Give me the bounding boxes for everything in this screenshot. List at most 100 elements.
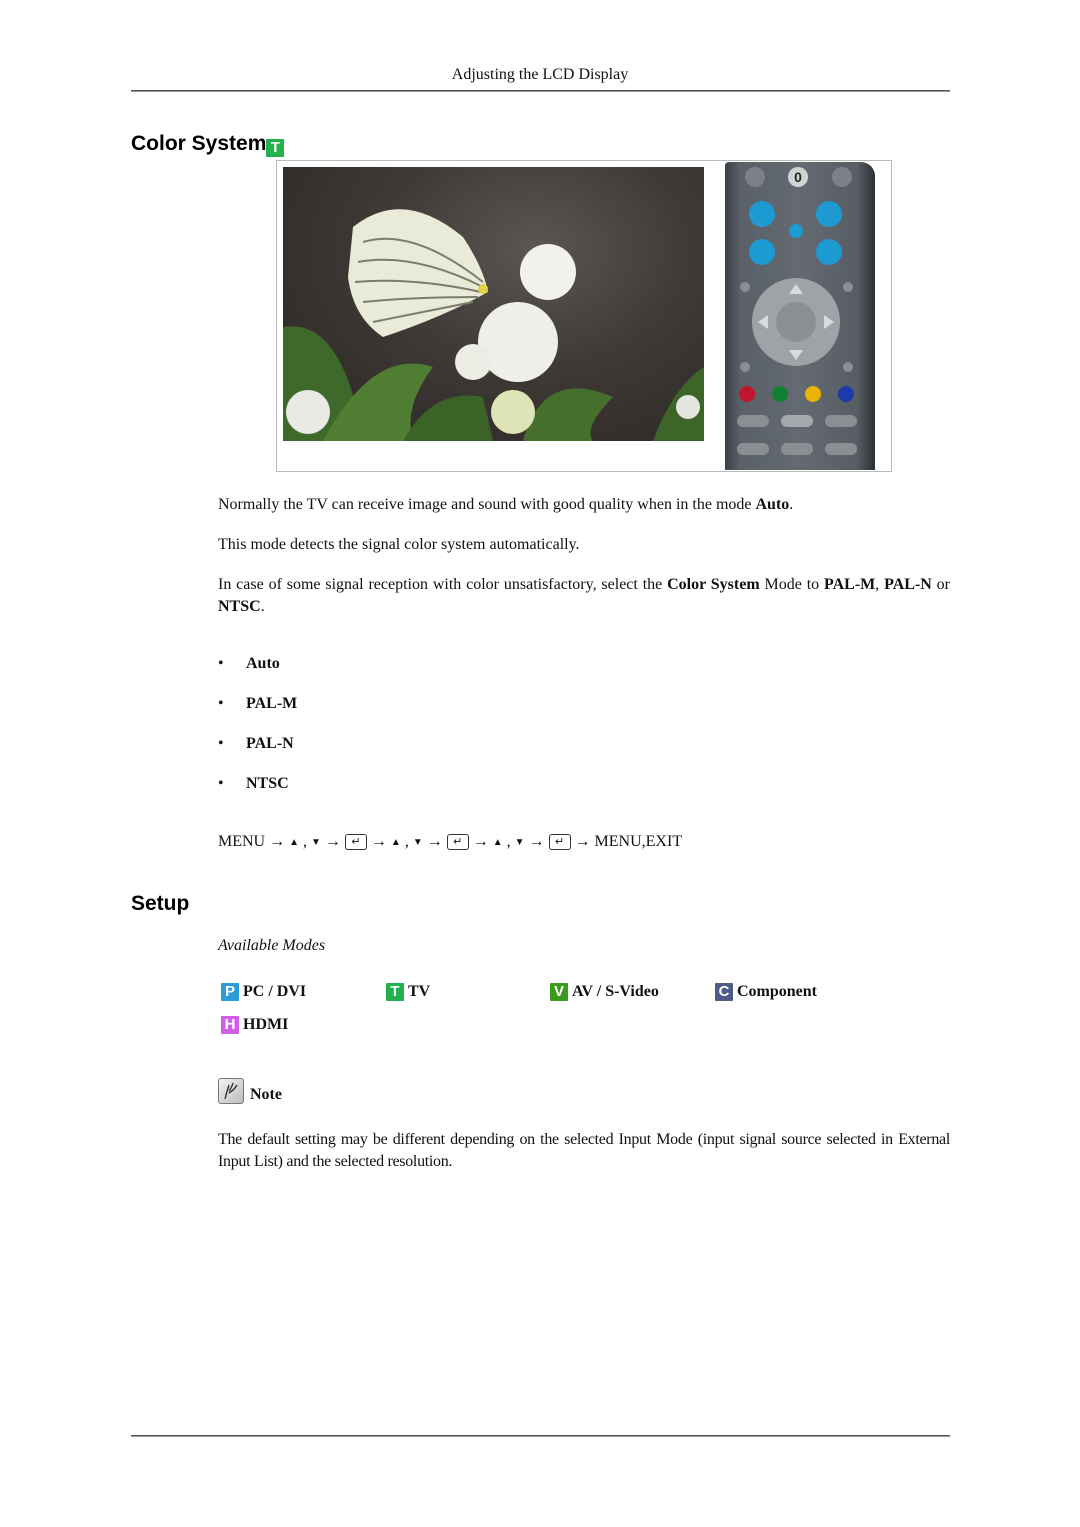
seq-menu-exit: MENU,EXIT (594, 833, 683, 850)
mode-hdmi: H HDMI (221, 1016, 288, 1034)
arrow-right-icon: → (370, 833, 387, 850)
up-arrow-icon: ▲ (492, 836, 503, 848)
p3-bold-palm: PAL-M (824, 576, 876, 593)
remote-yellow-button (805, 386, 821, 402)
bullet-icon: • (218, 695, 224, 712)
menu-navigation-sequence: MENU → ▲, ▼ → ↵ → ▲, ▼ → ↵ → ▲, ▼ → ↵ → … (218, 833, 682, 851)
arrow-right-icon: → (574, 833, 591, 850)
p1-text: Normally the TV can receive image and so… (218, 496, 756, 513)
arrow-right-icon: → (426, 833, 443, 850)
mode-label: TV (408, 983, 431, 1000)
remote-psize-button (781, 443, 813, 455)
color-system-figure: 0 (276, 160, 892, 472)
arrow-right-icon: → (324, 833, 341, 850)
enter-key-icon: ↵ (344, 834, 367, 850)
list-item: • PAL-N (218, 735, 294, 753)
list-item: • NTSC (218, 775, 289, 793)
arrow-right-icon: → (269, 833, 286, 850)
enter-key-icon: ↵ (446, 834, 469, 850)
remote-mts-button (737, 443, 769, 455)
mode-tv: T TV (386, 983, 430, 1001)
mode-label: HDMI (243, 1016, 289, 1033)
down-arrow-icon: ▼ (311, 836, 321, 848)
color-system-title: Color System (131, 132, 267, 155)
remote-green-button (772, 386, 788, 402)
remote-srs-button (825, 443, 857, 455)
paragraph-detects: This mode detects the signal color syste… (218, 536, 580, 553)
hdmi-mode-icon: H (221, 1016, 239, 1034)
tv-mode-icon: T (266, 139, 285, 157)
butterfly-photo-graphic (283, 209, 704, 441)
remote-mute (789, 224, 803, 238)
p1-end: . (789, 496, 794, 513)
remote-ch-down (816, 239, 842, 265)
butterfly (348, 209, 488, 337)
mode-label: AV / S-Video (572, 983, 659, 1000)
p3-bold-color-system: Color System (667, 576, 760, 593)
p3-bold-ntsc: NTSC (218, 598, 261, 615)
mode-pc-dvi: P PC / DVI (221, 983, 306, 1001)
component-mode-icon: C (715, 983, 733, 1001)
bullet-icon: • (218, 655, 224, 672)
remote-cc-button (737, 415, 769, 427)
option-label: Auto (246, 655, 280, 672)
bullet-icon: • (218, 775, 224, 792)
arrow-right-icon: → (472, 833, 489, 850)
seq-comma: , (506, 833, 511, 850)
av-mode-icon: V (550, 983, 568, 1001)
tv-mode-icon: T (386, 983, 404, 1001)
remote-minus-button (745, 167, 765, 187)
remote-menu-button (781, 415, 813, 427)
list-item: • PAL-M (218, 695, 297, 713)
paragraph-select-mode: In case of some signal reception with co… (218, 574, 950, 618)
option-label: PAL-M (246, 695, 298, 712)
bullet-icon: • (218, 735, 224, 752)
enter-key-icon: ↵ (548, 834, 571, 850)
mode-component: C Component (715, 983, 817, 1001)
note-pen-graphic (224, 1082, 238, 1100)
p3-d: or (931, 576, 951, 593)
p3-bold-paln: PAL-N (884, 576, 932, 593)
mode-av-svideo: V AV / S-Video (550, 983, 659, 1001)
seq-comma: , (404, 833, 409, 850)
pc-mode-icon: P (221, 983, 239, 1001)
up-arrow-icon: ▲ (289, 836, 300, 848)
setup-heading: Setup (131, 892, 190, 915)
mode-label: PC / DVI (243, 983, 307, 1000)
note-heading: Note (218, 1078, 282, 1104)
down-arrow-icon: ▼ (514, 836, 525, 848)
arrow-right-icon: → (528, 833, 545, 850)
remote-dps-button (825, 415, 857, 427)
remote-enter (776, 302, 816, 342)
remote-prech-button (832, 167, 852, 187)
color-system-heading: Color System T (131, 132, 285, 157)
butterfly-photo (283, 167, 704, 441)
remote-control-illustration: 0 (725, 162, 875, 470)
p3-c: , (875, 576, 885, 593)
up-arrow-icon: ▲ (390, 836, 401, 848)
note-label: Note (250, 1086, 282, 1103)
footer-divider (131, 1435, 950, 1437)
remote-red-button (739, 386, 755, 402)
available-modes-label: Available Modes (218, 937, 326, 954)
mode-label: Component (737, 983, 818, 1000)
remote-control-graphic: 0 (737, 167, 857, 455)
note-text: The default setting may be different dep… (218, 1131, 950, 1170)
p3-a: In case of some signal reception with co… (218, 576, 668, 593)
seq-comma: , (303, 833, 308, 850)
seq-menu: MENU (218, 833, 266, 850)
down-arrow-icon: ▼ (412, 836, 423, 848)
note-icon (218, 1078, 244, 1104)
list-item: • Auto (218, 655, 280, 673)
p1-bold-auto: Auto (755, 496, 790, 513)
p3-b: Mode to (759, 576, 825, 593)
header-title: Adjusting the LCD Display (451, 66, 629, 83)
paragraph-auto-mode: Normally the TV can receive image and so… (218, 494, 950, 516)
svg-text:0: 0 (794, 169, 802, 185)
header-divider (131, 90, 950, 92)
remote-ch-up (816, 201, 842, 227)
option-label: NTSC (246, 775, 289, 792)
p3-e: . (260, 598, 265, 615)
remote-blue-button (838, 386, 854, 402)
remote-vol-up (749, 201, 775, 227)
